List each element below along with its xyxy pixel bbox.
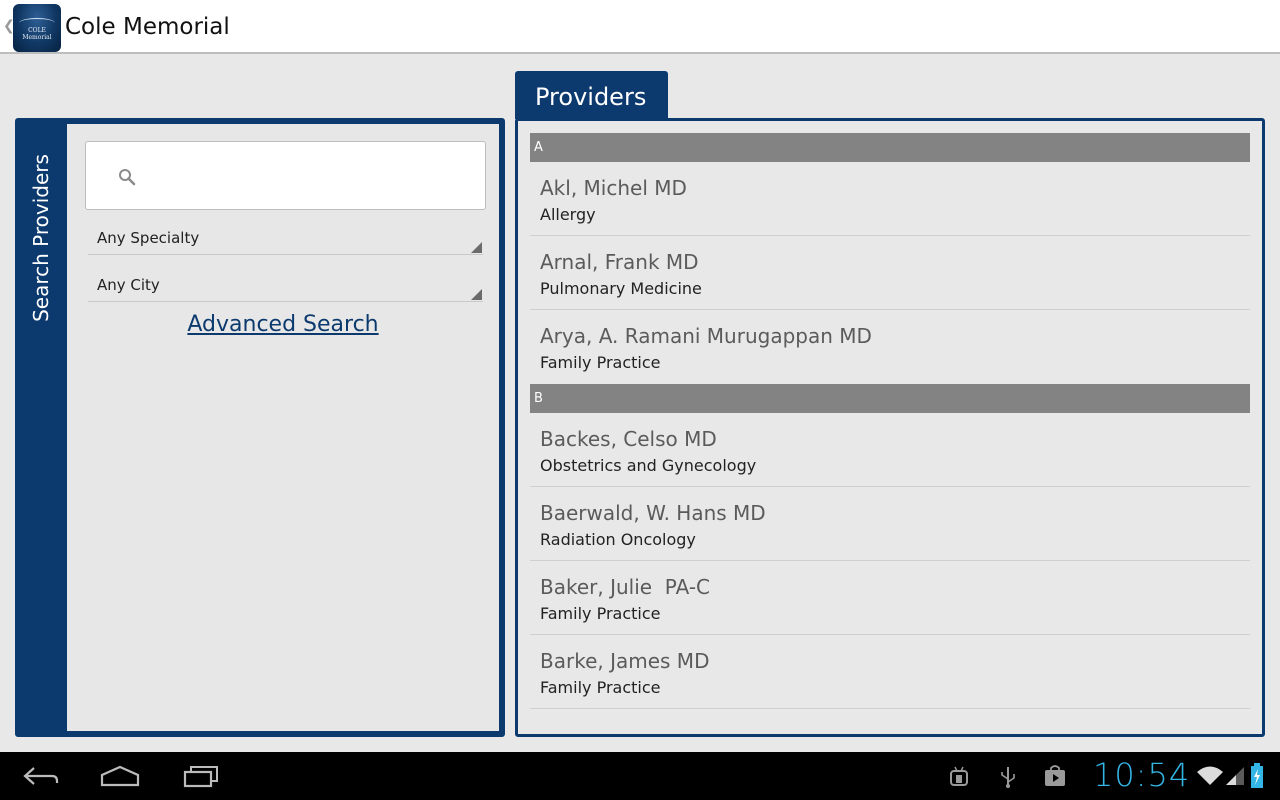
usb-icon bbox=[1001, 767, 1015, 788]
specialty-dropdown[interactable]: Any Specialty bbox=[88, 223, 483, 255]
provider-row[interactable]: Akl, Michel MD Allergy bbox=[530, 162, 1250, 236]
provider-row[interactable]: Arnal, Frank MD Pulmonary Medicine bbox=[530, 236, 1250, 310]
provider-name: Barke, James MD bbox=[540, 649, 710, 673]
search-box[interactable] bbox=[85, 141, 486, 210]
tab-providers[interactable]: Providers bbox=[515, 71, 668, 119]
provider-specialty: Family Practice bbox=[540, 353, 661, 372]
provider-specialty: Allergy bbox=[540, 205, 596, 224]
recent-apps-icon[interactable] bbox=[182, 765, 220, 789]
home-icon[interactable] bbox=[100, 764, 140, 788]
advanced-search-link[interactable]: Advanced Search bbox=[67, 312, 499, 337]
back-icon[interactable] bbox=[22, 764, 60, 788]
signal-icon bbox=[1226, 767, 1244, 785]
store-download-icon bbox=[1045, 765, 1065, 786]
dropdown-arrow-icon bbox=[471, 289, 482, 300]
search-input[interactable] bbox=[146, 152, 476, 200]
search-panel-label: Search Providers bbox=[29, 154, 53, 322]
search-panel-spine: Search Providers bbox=[18, 121, 64, 734]
provider-specialty: Family Practice bbox=[540, 604, 661, 623]
app-logo-icon[interactable]: COLE Memorial bbox=[13, 4, 61, 52]
section-header-b: B bbox=[530, 384, 1250, 413]
search-panel-body: Any Specialty Any City Advanced Search bbox=[67, 124, 499, 731]
status-clock: 10:54 bbox=[1093, 756, 1191, 794]
specialty-dropdown-value: Any Specialty bbox=[97, 229, 200, 247]
provider-row[interactable]: Backes, Celso MD Obstetrics and Gynecolo… bbox=[530, 413, 1250, 487]
city-dropdown[interactable]: Any City bbox=[88, 270, 483, 302]
app-logo-text: COLE Memorial bbox=[22, 27, 52, 41]
section-header-a: A bbox=[530, 133, 1250, 162]
provider-name: Akl, Michel MD bbox=[540, 176, 687, 200]
provider-name: Backes, Celso MD bbox=[540, 427, 717, 451]
provider-name: Arya, A. Ramani Murugappan MD bbox=[540, 324, 872, 348]
providers-panel: A Akl, Michel MD Allergy Arnal, Frank MD… bbox=[515, 118, 1265, 737]
android-debug-icon bbox=[950, 766, 968, 786]
provider-specialty: Family Practice bbox=[540, 678, 661, 697]
battery-icon bbox=[1251, 763, 1263, 788]
provider-row[interactable]: Barke, James MD Family Practice bbox=[530, 635, 1250, 709]
provider-name: Baker, Julie PA-C bbox=[540, 575, 710, 599]
provider-row[interactable]: Arya, A. Ramani Murugappan MD Family Pra… bbox=[530, 310, 1250, 384]
action-bar: ❮ COLE Memorial Cole Memorial bbox=[0, 0, 1280, 54]
search-icon bbox=[119, 169, 136, 186]
provider-specialty: Radiation Oncology bbox=[540, 530, 696, 549]
provider-row[interactable]: Baker, Julie PA-C Family Practice bbox=[530, 561, 1250, 635]
provider-name: Baerwald, W. Hans MD bbox=[540, 501, 766, 525]
provider-row[interactable]: Baerwald, W. Hans MD Radiation Oncology bbox=[530, 487, 1250, 561]
dropdown-arrow-icon bbox=[471, 242, 482, 253]
search-panel: Search Providers Any Specialty Any City … bbox=[15, 118, 505, 737]
provider-specialty: Obstetrics and Gynecology bbox=[540, 456, 757, 475]
provider-list: A Akl, Michel MD Allergy Arnal, Frank MD… bbox=[530, 133, 1250, 709]
provider-specialty: Pulmonary Medicine bbox=[540, 279, 702, 298]
city-dropdown-value: Any City bbox=[97, 276, 160, 294]
app-title: Cole Memorial bbox=[65, 14, 230, 40]
wifi-icon bbox=[1197, 766, 1223, 785]
system-navigation-bar: 10:54 bbox=[0, 752, 1280, 800]
provider-name: Arnal, Frank MD bbox=[540, 250, 699, 274]
tab-providers-label: Providers bbox=[535, 83, 647, 111]
